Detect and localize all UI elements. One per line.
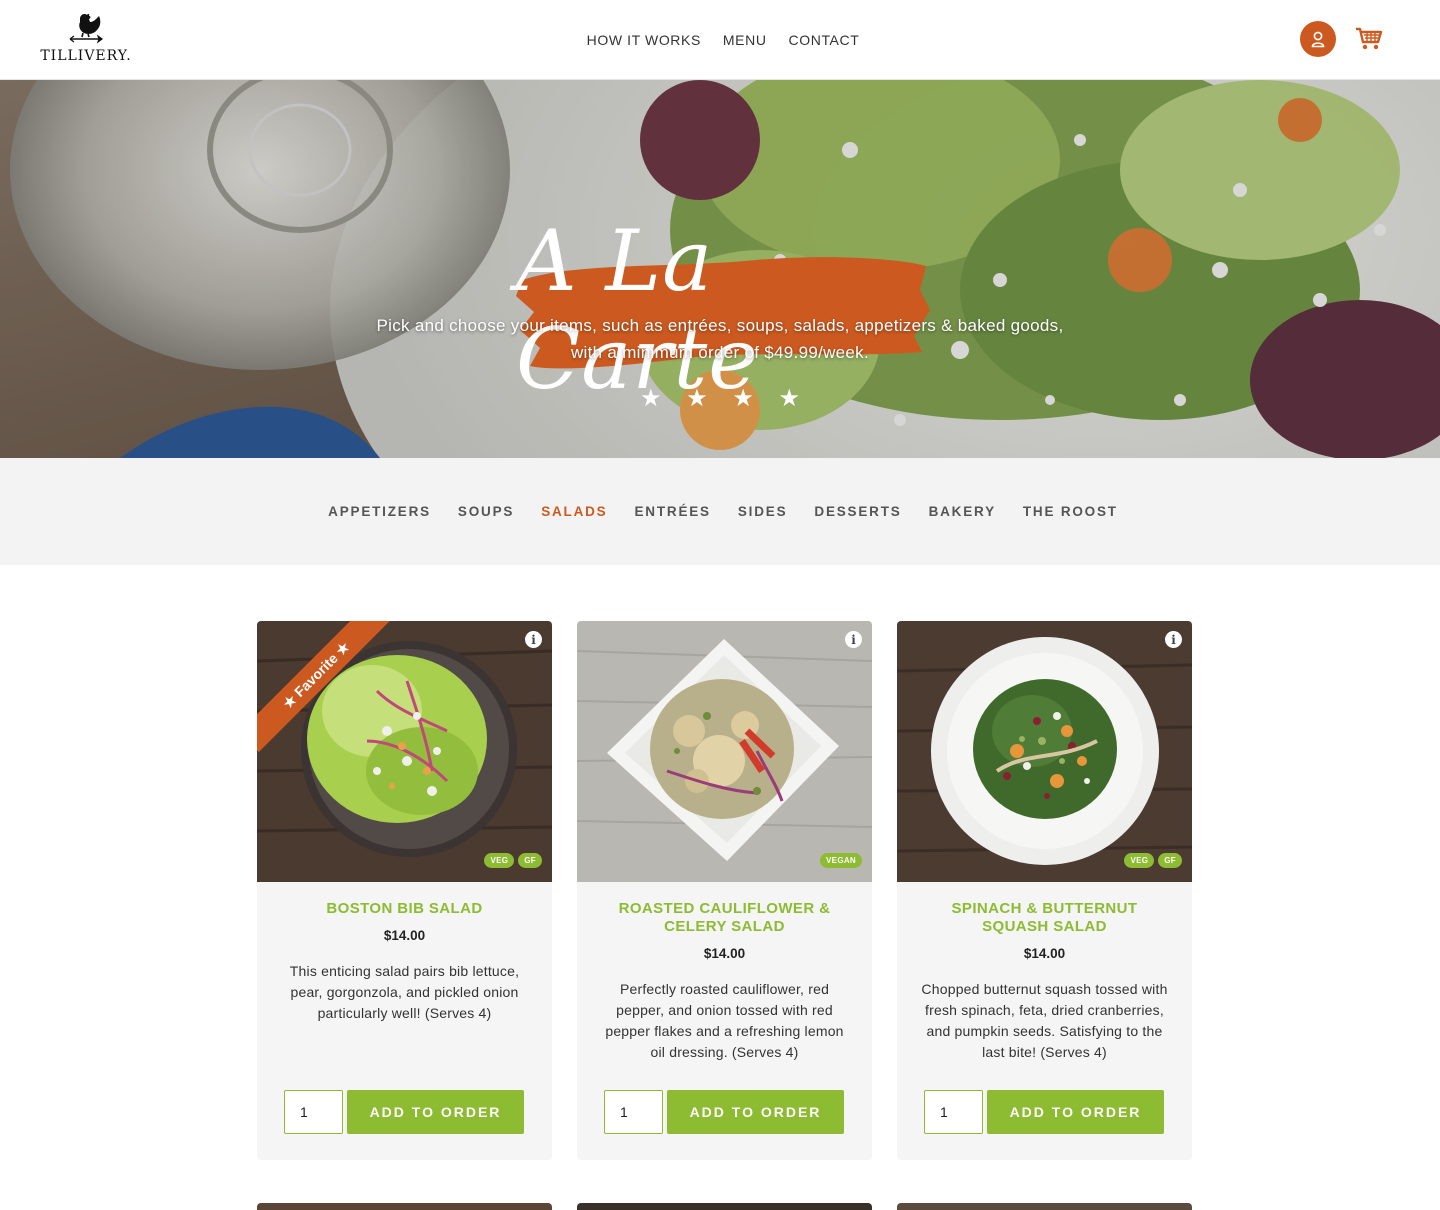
category-bakery[interactable]: BAKERY xyxy=(929,504,996,519)
nav-how-it-works[interactable]: HOW IT WORKS xyxy=(587,32,701,48)
product-title[interactable]: SPINACH & BUTTERNUT SQUASH SALAD xyxy=(919,900,1170,936)
diet-badges: VEGAN xyxy=(820,853,862,868)
spinach-butternut-salad-photo xyxy=(897,621,1192,882)
shopping-cart-icon xyxy=(1356,27,1383,50)
product-card: i VEG GF SPINACH & BUTTERNUT SQUASH SALA… xyxy=(897,621,1192,1160)
category-nav: APPETIZERS SOUPS SALADS ENTRÉES SIDES DE… xyxy=(0,458,1440,565)
quantity-input[interactable]: 1 xyxy=(604,1090,663,1134)
add-to-order-button[interactable]: ADD TO ORDER xyxy=(667,1090,844,1134)
category-entrees[interactable]: ENTRÉES xyxy=(635,504,711,519)
diet-badges: VEG GF xyxy=(1124,853,1182,868)
star-icon: ★ xyxy=(732,384,754,412)
add-to-order-button[interactable]: ADD TO ORDER xyxy=(347,1090,524,1134)
product-card-peek xyxy=(897,1203,1192,1210)
vegan-badge: VEGAN xyxy=(820,853,862,868)
site-header: TILLIVERY. HOW IT WORKS MENU CONTACT xyxy=(0,0,1440,80)
quantity-input[interactable]: 1 xyxy=(924,1090,983,1134)
info-icon[interactable]: i xyxy=(845,631,862,648)
product-title[interactable]: BOSTON BIB SALAD xyxy=(279,900,530,918)
category-soups[interactable]: SOUPS xyxy=(458,504,514,519)
roasted-cauliflower-salad-photo xyxy=(577,621,872,882)
hero-banner: A La Carte Pick and choose your items, s… xyxy=(0,80,1440,458)
product-card-peek xyxy=(257,1203,552,1210)
product-description: This enticing salad pairs bib lettuce, p… xyxy=(289,963,520,1021)
product-title[interactable]: ROASTED CAULIFLOWER & CELERY SALAD xyxy=(599,900,850,936)
category-the-roost[interactable]: THE ROOST xyxy=(1023,504,1118,519)
hero-stars: ★ ★ ★ ★ xyxy=(640,384,800,412)
veg-badge: VEG xyxy=(484,853,515,868)
product-price: $14.00 xyxy=(1023,946,1066,961)
product-image[interactable]: ★ Favorite ★ i VEG GF xyxy=(257,621,552,882)
product-price: $14.00 xyxy=(383,928,426,943)
product-image[interactable]: i VEGAN xyxy=(577,621,872,882)
product-card: ★ Favorite ★ i VEG GF BOSTON BIB SALAD $… xyxy=(257,621,552,1160)
product-card-peek xyxy=(577,1203,872,1210)
gf-badge: GF xyxy=(1158,853,1182,868)
category-appetizers[interactable]: APPETIZERS xyxy=(328,504,431,519)
category-sides[interactable]: SIDES xyxy=(738,504,788,519)
boston-bib-salad-photo xyxy=(257,621,552,882)
nav-menu[interactable]: MENU xyxy=(723,32,767,48)
add-to-order-button[interactable]: ADD TO ORDER xyxy=(987,1090,1164,1134)
nav-contact[interactable]: CONTACT xyxy=(789,32,860,48)
category-salads[interactable]: SALADS xyxy=(541,504,607,519)
product-price: $14.00 xyxy=(703,946,746,961)
product-image[interactable]: i VEG GF xyxy=(897,621,1192,882)
gf-badge: GF xyxy=(518,853,542,868)
star-icon: ★ xyxy=(686,384,708,412)
diet-badges: VEG GF xyxy=(484,853,542,868)
category-desserts[interactable]: DESSERTS xyxy=(814,504,901,519)
info-icon[interactable]: i xyxy=(1165,631,1182,648)
veg-badge: VEG xyxy=(1124,853,1155,868)
main-nav: HOW IT WORKS MENU CONTACT xyxy=(0,0,1440,80)
product-description: Chopped butternut squash tossed with fre… xyxy=(921,981,1168,1060)
star-icon: ★ xyxy=(640,384,662,412)
product-description: Perfectly roasted cauliflower, red peppe… xyxy=(605,981,844,1060)
quantity-input[interactable]: 1 xyxy=(284,1090,343,1134)
info-icon[interactable]: i xyxy=(525,631,542,648)
star-icon: ★ xyxy=(778,384,800,412)
product-card: i VEGAN ROASTED CAULIFLOWER & CELERY SAL… xyxy=(577,621,872,1160)
cart-button[interactable] xyxy=(1354,24,1384,54)
account-button[interactable] xyxy=(1300,21,1336,57)
user-icon xyxy=(1311,31,1325,48)
hero-subtitle: Pick and choose your items, such as entr… xyxy=(376,316,1064,362)
